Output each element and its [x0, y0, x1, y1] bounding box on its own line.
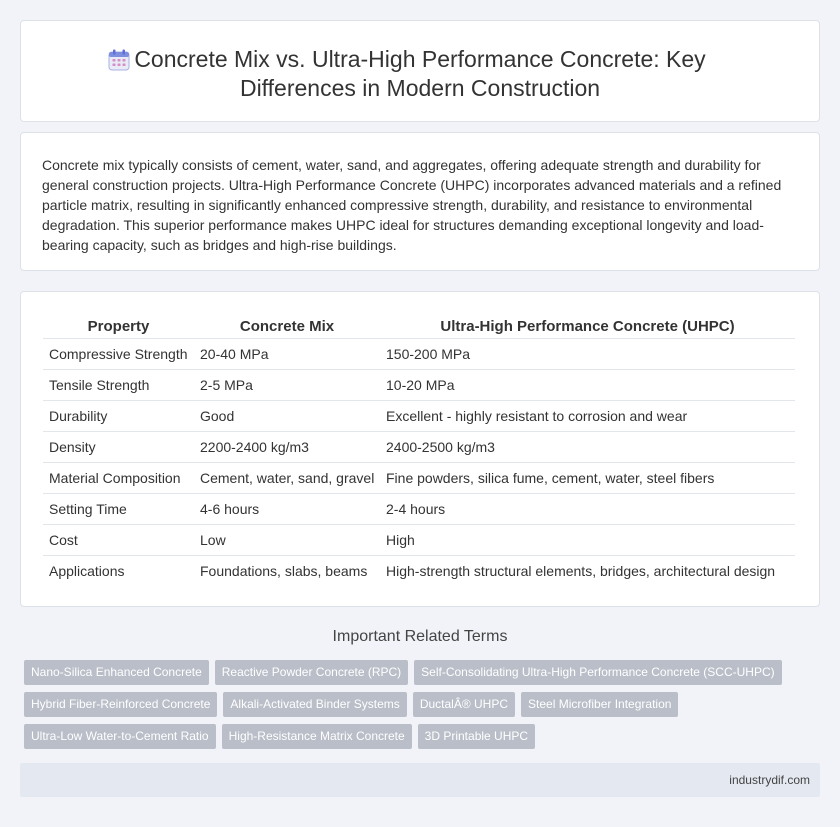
header-concrete-mix: Concrete Mix [194, 314, 380, 339]
uhpc-cell: 2-4 hours [380, 492, 795, 525]
intro-paragraph: Concrete mix typically consists of cemen… [42, 157, 782, 253]
related-term-tag[interactable]: High-Resistance Matrix Concrete [221, 724, 412, 749]
table-header-row: Property Concrete Mix Ultra-High Perform… [43, 314, 795, 339]
table-row: Density 2200-2400 kg/m3 2400-2500 kg/m3 [43, 430, 795, 463]
uhpc-cell: Excellent - highly resistant to corrosio… [380, 399, 795, 432]
table-row: Material Composition Cement, water, sand… [43, 461, 795, 494]
table-row: Cost Low High [43, 523, 795, 556]
footer: industrydif.com [20, 763, 820, 797]
property-cell: Cost [43, 523, 194, 556]
comparison-table: Property Concrete Mix Ultra-High Perform… [43, 314, 795, 586]
comparison-table-card: Property Concrete Mix Ultra-High Perform… [20, 291, 820, 607]
uhpc-cell: Fine powders, silica fume, cement, water… [380, 461, 795, 494]
property-cell: Compressive Strength [43, 337, 194, 370]
table-row: Tensile Strength 2-5 MPa 10-20 MPa [43, 368, 795, 401]
uhpc-cell: 2400-2500 kg/m3 [380, 430, 795, 463]
header-property: Property [43, 314, 194, 339]
related-term-tag[interactable]: Alkali-Activated Binder Systems [223, 692, 407, 717]
header-card: Concrete Mix vs. Ultra-High Performance … [20, 20, 820, 122]
concrete-mix-cell: Good [194, 399, 380, 432]
intro-card: Concrete mix typically consists of cemen… [20, 132, 820, 271]
table-row: Compressive Strength 20-40 MPa 150-200 M… [43, 337, 795, 370]
property-cell: Tensile Strength [43, 368, 194, 401]
concrete-mix-cell: 4-6 hours [194, 492, 380, 525]
uhpc-cell: High-strength structural elements, bridg… [380, 554, 795, 586]
related-terms-title: Important Related Terms [332, 628, 508, 645]
related-term-tag[interactable]: Hybrid Fiber-Reinforced Concrete [24, 692, 218, 717]
page-title: Concrete Mix vs. Ultra-High Performance … [21, 45, 819, 103]
related-term-tag[interactable]: Nano-Silica Enhanced Concrete [24, 660, 209, 685]
concrete-mix-cell: Foundations, slabs, beams [194, 554, 380, 586]
property-cell: Density [43, 430, 194, 463]
property-cell: Setting Time [43, 492, 194, 525]
uhpc-cell: 10-20 MPa [380, 368, 795, 401]
page-title-line-1: Concrete Mix vs. Ultra-High Performance … [134, 46, 706, 72]
uhpc-cell: High [380, 523, 795, 556]
concrete-mix-cell: 2-5 MPa [194, 368, 380, 401]
concrete-mix-cell: Cement, water, sand, gravel [194, 461, 380, 494]
concrete-mix-cell: Low [194, 523, 380, 556]
table-row: Durability Good Excellent - highly resis… [43, 399, 795, 432]
related-terms-list: Nano-Silica Enhanced Concrete Reactive P… [24, 660, 824, 749]
related-term-tag[interactable]: Reactive Powder Concrete (RPC) [214, 660, 409, 685]
header-uhpc: Ultra-High Performance Concrete (UHPC) [380, 314, 795, 339]
property-cell: Durability [43, 399, 194, 432]
related-term-tag[interactable]: 3D Printable UHPC [417, 724, 536, 749]
property-cell: Applications [43, 554, 194, 586]
uhpc-cell: 150-200 MPa [380, 337, 795, 370]
property-cell: Material Composition [43, 461, 194, 494]
footer-site-name: industrydif.com [729, 773, 810, 787]
related-term-tag[interactable]: Steel Microfiber Integration [521, 692, 679, 717]
related-term-tag[interactable]: Self-Consolidating Ultra-High Performanc… [414, 660, 782, 685]
related-term-tag[interactable]: Ultra-Low Water-to-Cement Ratio [24, 724, 216, 749]
related-term-tag[interactable]: DuctalÂ® UHPC [412, 692, 516, 717]
concrete-mix-cell: 20-40 MPa [194, 337, 380, 370]
page-title-line-2: Differences in Modern Construction [239, 75, 601, 101]
concrete-mix-cell: 2200-2400 kg/m3 [194, 430, 380, 463]
table-row: Setting Time 4-6 hours 2-4 hours [43, 492, 795, 525]
table-row: Applications Foundations, slabs, beams H… [43, 554, 795, 586]
